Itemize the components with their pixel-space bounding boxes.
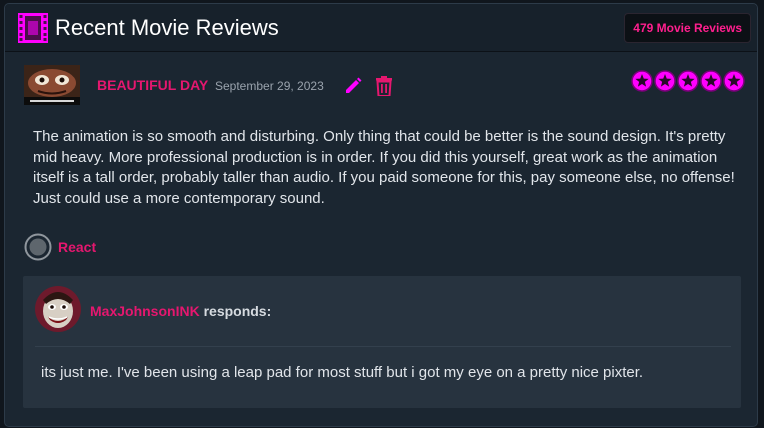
react-icon[interactable] xyxy=(24,233,52,261)
review-text: The animation is so smooth and disturbin… xyxy=(33,128,735,207)
star-icon xyxy=(677,70,699,92)
response-divider xyxy=(35,346,731,347)
film-icon xyxy=(18,13,48,43)
pencil-icon[interactable] xyxy=(344,77,362,95)
page-title: Recent Movie Reviews xyxy=(55,15,279,40)
panel-header: Recent Movie Reviews 479 Movie Reviews xyxy=(5,4,757,52)
responder-line: MaxJohnsonINK responds: xyxy=(90,303,271,320)
star-icon xyxy=(723,70,745,92)
responds-label: responds: xyxy=(203,303,272,319)
responder-name-link[interactable]: MaxJohnsonINK xyxy=(90,303,200,319)
star-icon xyxy=(631,70,653,92)
reviews-panel: Recent Movie Reviews 479 Movie Reviews B… xyxy=(4,3,758,427)
author-response: MaxJohnsonINK responds: its just me. I'v… xyxy=(23,276,741,408)
responder-avatar[interactable] xyxy=(35,286,81,332)
star-icon xyxy=(654,70,676,92)
reviewer-name-link[interactable]: BEAUTIFUL DAY xyxy=(97,77,208,94)
review-count-badge[interactable]: 479 Movie Reviews xyxy=(624,13,751,43)
response-text: its just me. I've been using a leap pad … xyxy=(41,364,644,381)
trash-icon[interactable] xyxy=(376,76,392,96)
react-button[interactable]: React xyxy=(58,239,96,256)
reviewer-avatar[interactable] xyxy=(24,65,80,105)
review-date: September 29, 2023 xyxy=(215,79,324,93)
star-icon xyxy=(700,70,722,92)
